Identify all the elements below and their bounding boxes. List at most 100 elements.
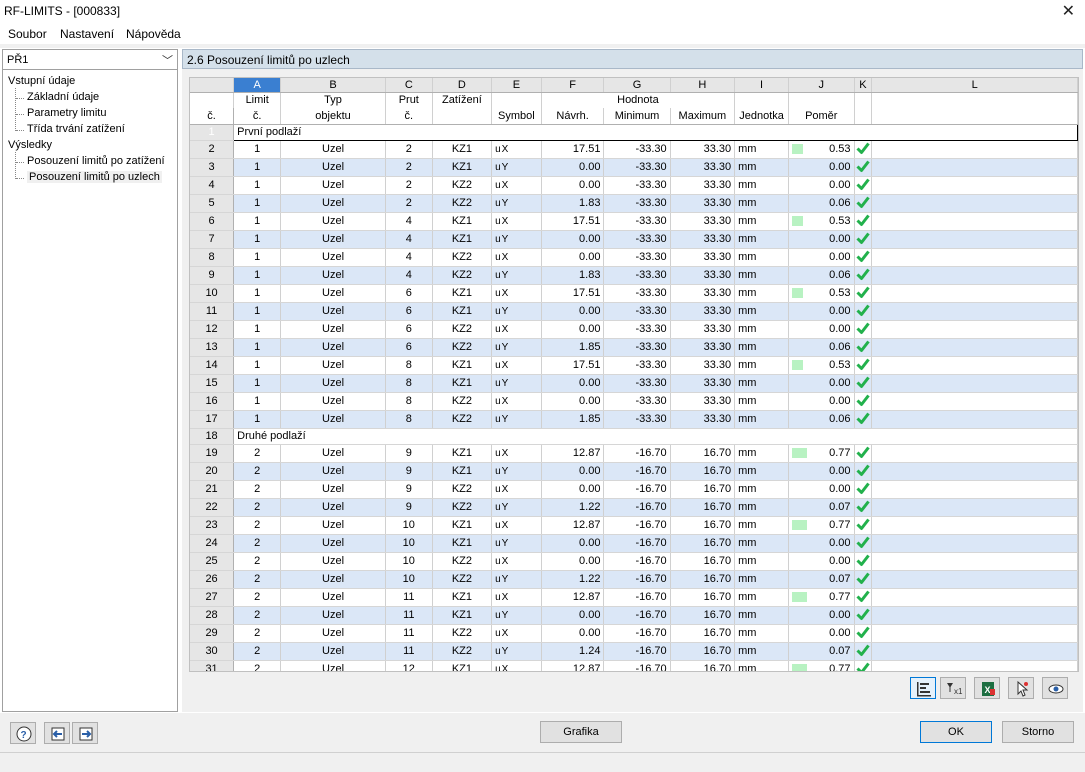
column-letter[interactable]: K (854, 78, 873, 93)
table-row[interactable]: 27 2 Uzel 11 KZ1 uX 12.87 -16.70 16.70 mm 0.77 (190, 588, 1078, 607)
column-letter[interactable]: C (385, 78, 433, 93)
column-letter[interactable]: G (603, 78, 671, 93)
table-row[interactable]: 24 2 Uzel 10 KZ1 uY 0.00 -16.70 16.70 mm 0.00 (190, 534, 1078, 553)
group-row[interactable]: 18 Druhé podlaží (190, 428, 1078, 445)
row-number[interactable]: 27 (190, 588, 235, 607)
table-row[interactable]: 9 1 Uzel 4 KZ2 uY 1.83 -33.30 33.30 mm 0.06 (190, 266, 1078, 285)
excel-export-button[interactable]: X (974, 677, 1000, 699)
table-row[interactable]: 2 1 Uzel 2 KZ1 uX 17.51 -33.30 33.30 mm 0.53 (190, 140, 1078, 159)
row-number[interactable]: 24 (190, 534, 235, 553)
column-letter[interactable]: H (670, 78, 736, 93)
row-number[interactable]: 12 (190, 320, 235, 339)
table-row[interactable]: 16 1 Uzel 8 KZ2 uX 0.00 -33.30 33.30 mm 0.00 (190, 392, 1078, 411)
case-select[interactable]: PŘ1 ﹀ (3, 50, 177, 70)
graphics-button[interactable]: Grafika (540, 721, 622, 743)
row-number[interactable]: 9 (190, 266, 235, 285)
row-number[interactable]: 14 (190, 356, 235, 375)
nav-item-checks-by-load[interactable]: Posouzení limitů po zatížení (27, 155, 165, 167)
column-letter[interactable]: E (491, 78, 542, 93)
row-number[interactable]: 13 (190, 338, 235, 357)
table-row[interactable]: 21 2 Uzel 9 KZ2 uX 0.00 -16.70 16.70 mm 0.00 (190, 480, 1078, 499)
results-grid[interactable]: A B C D E F G H I J K L Limit Typ Prut Zatížení Hodnota č… (189, 77, 1079, 672)
table-row[interactable]: 14 1 Uzel 8 KZ1 uX 17.51 -33.30 33.30 mm 0.53 (190, 356, 1078, 375)
table-row[interactable]: 26 2 Uzel 10 KZ2 uY 1.22 -16.70 16.70 mm 0.07 (190, 570, 1078, 589)
menu-help[interactable]: Nápověda (126, 27, 181, 41)
table-row[interactable]: 11 1 Uzel 6 KZ1 uY 0.00 -33.30 33.30 mm 0.00 (190, 302, 1078, 321)
column-letter[interactable]: B (280, 78, 386, 93)
cell-member: 11 (385, 624, 433, 643)
row-number[interactable]: 8 (190, 248, 235, 267)
row-number[interactable]: 16 (190, 392, 235, 411)
group-row[interactable]: 1 První podlaží (190, 123, 1078, 141)
table-row[interactable]: 28 2 Uzel 11 KZ1 uY 0.00 -16.70 16.70 mm 0.00 (190, 606, 1078, 625)
nav-item-checks-by-node[interactable]: Posouzení limitů po uzlech (27, 171, 162, 183)
table-row[interactable]: 23 2 Uzel 10 KZ1 uX 12.87 -16.70 16.70 mm 0.77 (190, 516, 1078, 535)
row-number[interactable]: 3 (190, 158, 235, 177)
row-number[interactable]: 28 (190, 606, 235, 625)
chevron-down-icon[interactable]: ﹀ (162, 52, 173, 68)
table-row[interactable]: 3 1 Uzel 2 KZ1 uY 0.00 -33.30 33.30 mm 0.00 (190, 158, 1078, 177)
nav-item-limit-parameters[interactable]: Parametry limitu (27, 107, 106, 119)
column-letter[interactable]: I (734, 78, 789, 93)
close-icon[interactable]: ✕ (1062, 1, 1075, 21)
row-number[interactable]: 4 (190, 176, 235, 195)
table-row[interactable]: 22 2 Uzel 9 KZ2 uY 1.22 -16.70 16.70 mm 0.07 (190, 498, 1078, 517)
help-button[interactable]: ? (10, 722, 36, 744)
row-number[interactable]: 29 (190, 624, 235, 643)
row-number[interactable]: 1 (190, 124, 235, 141)
nav-group-results[interactable]: Výsledky (8, 139, 52, 151)
row-number[interactable]: 20 (190, 462, 235, 481)
row-number[interactable]: 22 (190, 498, 235, 517)
table-row[interactable]: 19 2 Uzel 9 KZ1 uX 12.87 -16.70 16.70 mm 0.77 (190, 444, 1078, 463)
row-number[interactable]: 15 (190, 374, 235, 393)
filter-rows-button[interactable] (910, 677, 936, 699)
table-row[interactable]: 8 1 Uzel 4 KZ2 uX 0.00 -33.30 33.30 mm 0.00 (190, 248, 1078, 267)
row-number[interactable]: 26 (190, 570, 235, 589)
row-number[interactable]: 10 (190, 284, 235, 303)
table-row[interactable]: 7 1 Uzel 4 KZ1 uY 0.00 -33.30 33.30 mm 0.00 (190, 230, 1078, 249)
row-number[interactable]: 19 (190, 444, 235, 463)
column-letter[interactable]: L (871, 78, 1078, 93)
row-number[interactable]: 31 (190, 660, 235, 671)
table-row[interactable]: 31 2 Uzel 12 KZ1 uX 12.87 -16.70 16.70 mm 0.77 (190, 660, 1078, 671)
column-letter[interactable]: J (788, 78, 855, 93)
row-number[interactable]: 2 (190, 140, 235, 159)
table-row[interactable]: 10 1 Uzel 6 KZ1 uX 17.51 -33.30 33.30 mm 0.53 (190, 284, 1078, 303)
row-number[interactable]: 21 (190, 480, 235, 499)
nav-group-input[interactable]: Vstupní údaje (8, 75, 75, 87)
view-button[interactable] (1042, 677, 1068, 699)
row-number[interactable]: 7 (190, 230, 235, 249)
row-number[interactable]: 18 (190, 428, 235, 445)
row-number[interactable]: 23 (190, 516, 235, 535)
table-row[interactable]: 6 1 Uzel 4 KZ1 uX 17.51 -33.30 33.30 mm 0.53 (190, 212, 1078, 231)
table-row[interactable]: 13 1 Uzel 6 KZ2 uY 1.85 -33.30 33.30 mm 0.06 (190, 338, 1078, 357)
previous-button[interactable] (44, 722, 70, 744)
menu-file[interactable]: Soubor (8, 27, 47, 41)
pick-button[interactable] (1008, 677, 1034, 699)
row-number[interactable]: 5 (190, 194, 235, 213)
table-row[interactable]: 5 1 Uzel 2 KZ2 uY 1.83 -33.30 33.30 mm 0.06 (190, 194, 1078, 213)
ok-button[interactable]: OK (920, 721, 992, 743)
table-row[interactable]: 15 1 Uzel 8 KZ1 uY 0.00 -33.30 33.30 mm 0.00 (190, 374, 1078, 393)
table-row[interactable]: 17 1 Uzel 8 KZ2 uY 1.85 -33.30 33.30 mm 0.06 (190, 410, 1078, 429)
row-number[interactable]: 30 (190, 642, 235, 661)
table-row[interactable]: 29 2 Uzel 11 KZ2 uX 0.00 -16.70 16.70 mm 0.00 (190, 624, 1078, 643)
table-row[interactable]: 30 2 Uzel 11 KZ2 uY 1.24 -16.70 16.70 mm 0.07 (190, 642, 1078, 661)
table-row[interactable]: 20 2 Uzel 9 KZ1 uY 0.00 -16.70 16.70 mm 0.00 (190, 462, 1078, 481)
row-number[interactable]: 11 (190, 302, 235, 321)
cancel-button[interactable]: Storno (1002, 721, 1074, 743)
column-letter[interactable]: A (233, 78, 282, 93)
nav-item-basic-data[interactable]: Základní údaje (27, 91, 99, 103)
row-number[interactable]: 25 (190, 552, 235, 571)
table-row[interactable]: 4 1 Uzel 2 KZ2 uX 0.00 -33.30 33.30 mm 0.00 (190, 176, 1078, 195)
filter-columns-button[interactable]: x1 (940, 677, 966, 699)
row-number[interactable]: 6 (190, 212, 235, 231)
row-number[interactable]: 17 (190, 410, 235, 429)
next-button[interactable] (72, 722, 98, 744)
column-letter[interactable]: D (432, 78, 493, 93)
nav-item-load-duration-class[interactable]: Třída trvání zatížení (27, 123, 125, 135)
table-row[interactable]: 12 1 Uzel 6 KZ2 uX 0.00 -33.30 33.30 mm 0.00 (190, 320, 1078, 339)
column-letter[interactable]: F (541, 78, 605, 93)
menu-settings[interactable]: Nastavení (60, 27, 114, 41)
table-row[interactable]: 25 2 Uzel 10 KZ2 uX 0.00 -16.70 16.70 mm 0.00 (190, 552, 1078, 571)
